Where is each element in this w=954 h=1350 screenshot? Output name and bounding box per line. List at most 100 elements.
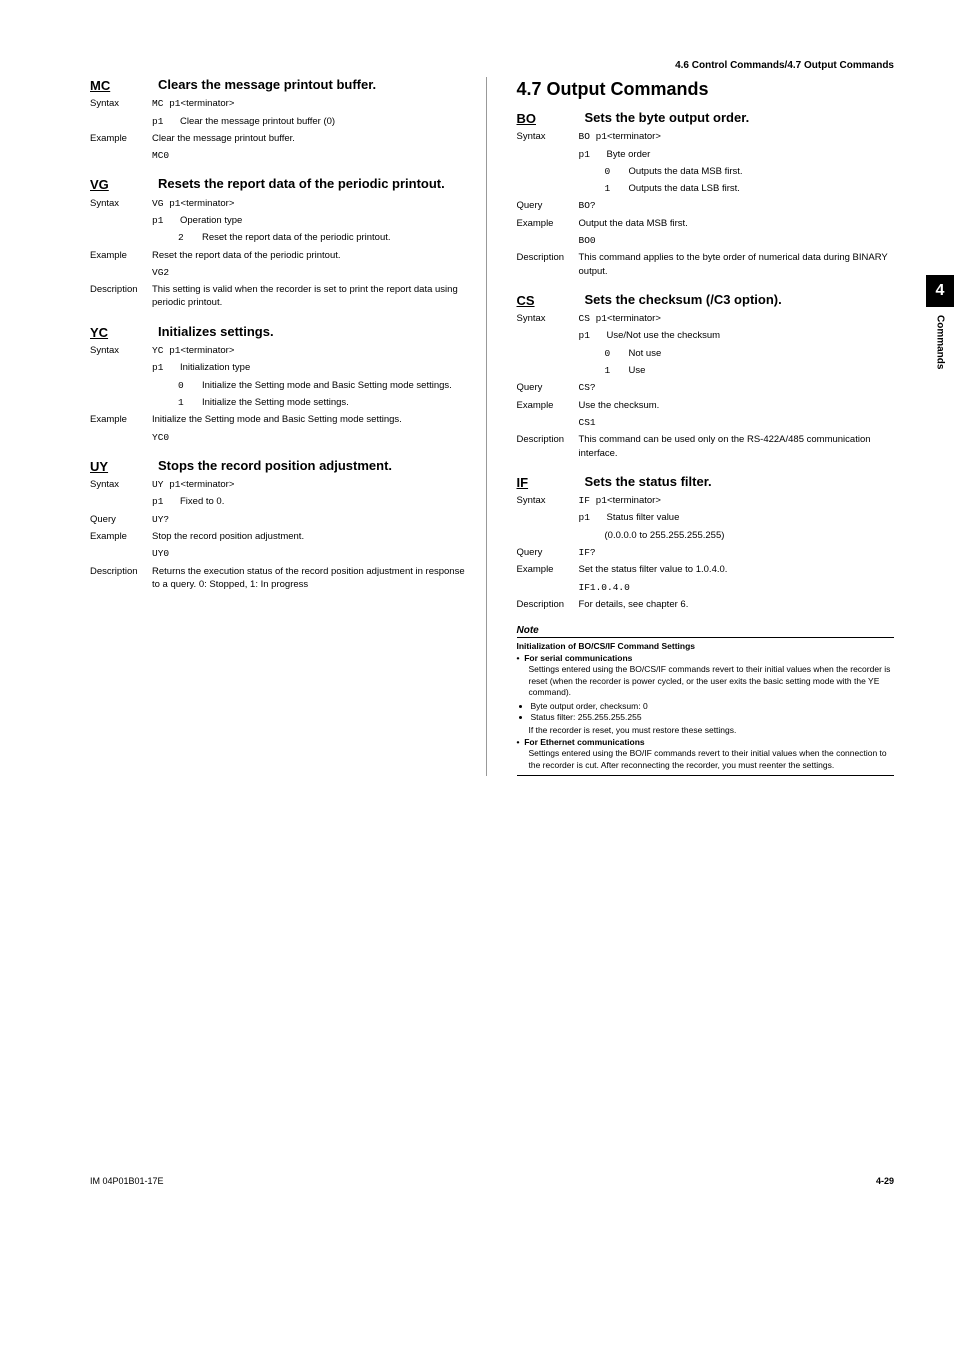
v-key: 1	[605, 364, 615, 377]
v-key: 2	[178, 231, 188, 244]
syntax-mc-term: <terminator>	[181, 98, 235, 109]
v-key: 0	[605, 347, 615, 360]
desc-if: For details, see chapter 6.	[579, 598, 895, 611]
label-description: Description	[90, 565, 152, 592]
note-b1-txt: Settings entered using the BO/CS/IF comm…	[517, 664, 895, 698]
p1-key: p1	[152, 115, 170, 128]
p1-key: p1	[152, 214, 170, 227]
p1-txt: Use/Not use the checksum	[607, 329, 721, 342]
chapter-number: 4	[926, 275, 954, 307]
label-syntax: Syntax	[517, 130, 579, 143]
syntax-uy-term: <terminator>	[181, 479, 235, 490]
v-key: 1	[605, 182, 615, 195]
label-example: Example	[517, 399, 579, 412]
label-syntax: Syntax	[517, 494, 579, 507]
note-body: Initialization of BO/CS/IF Command Setti…	[517, 638, 895, 771]
ex-txt-yc: Initialize the Setting mode and Basic Se…	[152, 413, 468, 426]
p1-key: p1	[579, 148, 597, 161]
syntax-if: IF p1	[579, 495, 608, 506]
v-txt: Outputs the data LSB first.	[629, 182, 740, 195]
syntax-vg: VG p1	[152, 198, 181, 209]
query-uy: UY?	[152, 513, 468, 526]
note-b1-txt2: If the recorder is reset, you must resto…	[517, 725, 895, 736]
ex-txt-cs: Use the checksum.	[579, 399, 895, 412]
label-description: Description	[90, 283, 152, 310]
note-b2-txt: Settings entered using the BO/IF command…	[517, 748, 895, 771]
label-syntax: Syntax	[517, 312, 579, 325]
cmd-title-uy: Stops the record position adjustment.	[158, 458, 392, 474]
label-syntax: Syntax	[90, 478, 152, 491]
p1-note: (0.0.0.0 to 255.255.255.255)	[579, 529, 895, 542]
section-title: 4.7 Output Commands	[517, 79, 895, 100]
cmd-title-yc: Initializes settings.	[158, 324, 274, 340]
v-txt: Use	[629, 364, 646, 377]
ex-code-if: IF1.0.4.0	[579, 581, 895, 594]
cmd-code-if: IF	[517, 474, 567, 490]
label-query: Query	[517, 381, 579, 394]
cmd-title-if: Sets the status filter.	[585, 474, 712, 490]
ex-txt-bo: Output the data MSB first.	[579, 217, 895, 230]
cmd-title-bo: Sets the byte output order.	[585, 110, 750, 126]
note-b1-li2: Status filter: 255.255.255.255	[531, 712, 895, 723]
desc-bo: This command applies to the byte order o…	[579, 251, 895, 278]
ex-txt-vg: Reset the report data of the periodic pr…	[152, 249, 468, 262]
syntax-mc: MC p1	[152, 98, 181, 109]
syntax-bo: BO p1	[579, 131, 608, 142]
query-cs: CS?	[579, 381, 895, 394]
p1-txt: Status filter value	[607, 511, 680, 524]
syntax-cs-term: <terminator>	[607, 313, 661, 324]
label-query: Query	[517, 546, 579, 559]
p1-txt: Initialization type	[180, 361, 250, 374]
label-example: Example	[90, 530, 152, 543]
ex-code-mc: MC0	[152, 149, 468, 162]
label-query: Query	[90, 513, 152, 526]
ex-code-uy: UY0	[152, 547, 468, 560]
note-b2-head: For Ethernet communications	[524, 737, 644, 747]
ex-txt-mc: Clear the message printout buffer.	[152, 132, 468, 145]
p1-key: p1	[579, 511, 597, 524]
p1-key: p1	[152, 361, 170, 374]
label-example: Example	[90, 413, 152, 426]
ex-txt-uy: Stop the record position adjustment.	[152, 530, 468, 543]
note-end-line	[517, 775, 895, 776]
p1-txt: Clear the message printout buffer (0)	[180, 115, 335, 128]
cmd-code-cs: CS	[517, 292, 567, 308]
syntax-cs: CS p1	[579, 313, 608, 324]
cmd-code-uy: UY	[90, 458, 140, 474]
page-footer: IM 04P01B01-17E 4-29	[0, 1176, 954, 1226]
label-syntax: Syntax	[90, 197, 152, 210]
syntax-if-term: <terminator>	[607, 495, 661, 506]
desc-uy: Returns the execution status of the reco…	[152, 565, 468, 592]
ex-code-cs: CS1	[579, 416, 895, 429]
note-title: Note	[517, 625, 895, 638]
v-txt: Reset the report data of the periodic pr…	[202, 231, 391, 244]
left-column: MC Clears the message printout buffer. S…	[90, 77, 487, 776]
v-key: 0	[178, 379, 188, 392]
note-b1-head: For serial communications	[524, 653, 632, 663]
p1-txt: Fixed to 0.	[180, 495, 224, 508]
syntax-yc: YC p1	[152, 345, 181, 356]
syntax-uy: UY p1	[152, 479, 181, 490]
footer-left: IM 04P01B01-17E	[90, 1176, 164, 1186]
cmd-title-cs: Sets the checksum (/C3 option).	[585, 292, 782, 308]
note-h1: Initialization of BO/CS/IF Command Setti…	[517, 641, 895, 652]
label-description: Description	[517, 598, 579, 611]
v-txt: Initialize the Setting mode settings.	[202, 396, 349, 409]
cmd-code-bo: BO	[517, 110, 567, 126]
v-txt: Initialize the Setting mode and Basic Se…	[202, 379, 452, 392]
syntax-yc-term: <terminator>	[181, 345, 235, 356]
v-key: 0	[605, 165, 615, 178]
p1-key: p1	[579, 329, 597, 342]
note-b1-li1: Byte output order, checksum: 0	[531, 701, 895, 712]
query-bo: BO?	[579, 199, 895, 212]
chapter-side-tab: 4 Commands	[926, 275, 954, 369]
label-syntax: Syntax	[90, 344, 152, 357]
p1-txt: Operation type	[180, 214, 242, 227]
syntax-bo-term: <terminator>	[607, 131, 661, 142]
right-column: 4.7 Output Commands BO Sets the byte out…	[511, 77, 895, 776]
v-txt: Not use	[629, 347, 662, 360]
cmd-title-mc: Clears the message printout buffer.	[158, 77, 376, 93]
cmd-code-vg: VG	[90, 176, 140, 192]
label-example: Example	[517, 563, 579, 576]
p1-key: p1	[152, 495, 170, 508]
